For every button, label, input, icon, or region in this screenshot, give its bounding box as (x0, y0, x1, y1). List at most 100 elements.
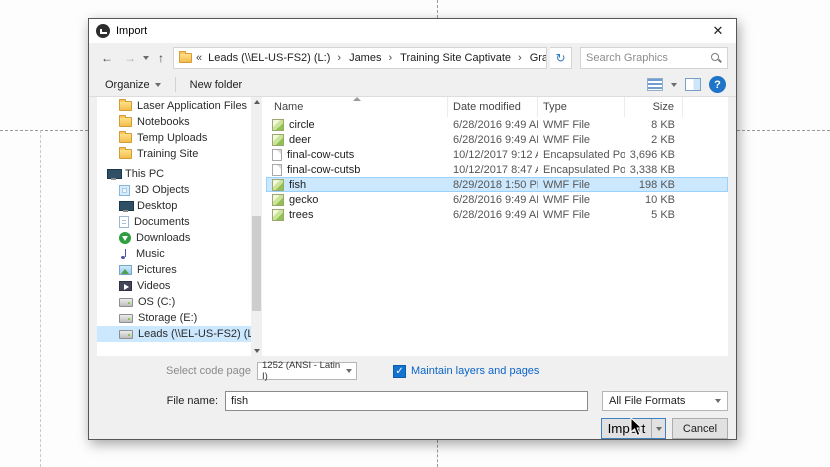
scroll-up-icon[interactable] (254, 100, 260, 104)
code-page-select[interactable]: 1252 (ANSI - Latin I) (257, 362, 357, 380)
file-type-cell: WMF File (538, 194, 625, 206)
file-row-selected[interactable]: fish 8/29/2018 1:50 PM WMF File 198 KB (266, 177, 728, 192)
breadcrumb-segment[interactable]: Leads (\\EL-US-FS2) (L:) (206, 51, 343, 65)
file-row[interactable]: circle 6/28/2016 9:49 AM WMF File 8 KB (266, 117, 728, 132)
file-row[interactable]: final-cow-cutsb 10/12/2017 8:47 AM Encap… (266, 162, 728, 177)
title-bar[interactable]: Import ✕ (89, 19, 736, 43)
file-size-cell: 10 KB (625, 194, 683, 206)
sidebar-item[interactable]: Videos (97, 278, 251, 294)
cancel-button[interactable]: Cancel (672, 418, 728, 439)
file-date-cell: 10/12/2017 9:12 AM (448, 149, 538, 161)
maintain-layers-option: ✓ Maintain layers and pages (393, 365, 539, 378)
scrollbar-thumb[interactable] (252, 216, 261, 311)
sidebar-item-current[interactable]: Leads (\\EL-US-FS2) (L:) (97, 326, 251, 342)
sidebar-item-label: Laser Application Files (137, 100, 247, 112)
column-label: Name (274, 101, 303, 113)
forward-button[interactable]: → (120, 48, 140, 68)
file-row[interactable]: trees 6/28/2016 9:49 AM WMF File 5 KB (266, 207, 728, 222)
command-toolbar: Organize New folder ? (89, 73, 736, 97)
file-date-cell: 6/28/2016 9:49 AM (448, 194, 538, 206)
file-row[interactable]: final-cow-cuts 10/12/2017 9:12 AM Encaps… (266, 147, 728, 162)
chevron-down-icon (656, 427, 662, 431)
search-input[interactable] (586, 52, 710, 64)
sidebar-item[interactable]: OS (C:) (97, 294, 251, 310)
column-header-size[interactable]: Size (625, 97, 683, 117)
sidebar-item[interactable]: Desktop (97, 198, 251, 214)
maintain-layers-checkbox[interactable]: ✓ (393, 365, 406, 378)
search-box[interactable] (580, 47, 728, 69)
maintain-layers-label[interactable]: Maintain layers and pages (411, 365, 539, 377)
file-name-cell: circle (266, 119, 448, 131)
file-name-input[interactable] (225, 391, 588, 411)
file-name-label: File name: (97, 395, 225, 407)
sidebar-item-label: Desktop (137, 200, 177, 212)
chevron-down-icon (715, 399, 721, 403)
toolbar-right-icons: ? (647, 76, 726, 93)
organize-button[interactable]: Organize (99, 77, 167, 93)
folder-icon (119, 101, 132, 111)
sidebar-item[interactable]: Storage (E:) (97, 310, 251, 326)
breadcrumb-overflow-icon[interactable]: « (196, 52, 202, 64)
breadcrumb-segment[interactable]: Training Site Captivate (398, 51, 524, 65)
sidebar-item-label: Downloads (136, 232, 190, 244)
file-row[interactable]: deer 6/28/2016 9:49 AM WMF File 2 KB (266, 132, 728, 147)
breadcrumb-segment[interactable]: Graphics (528, 51, 547, 65)
history-dropdown-icon[interactable] (143, 56, 149, 60)
sidebar-item-label: Videos (137, 280, 170, 292)
sidebar-item[interactable]: Training Site (97, 146, 251, 162)
sidebar-item[interactable]: Notebooks (97, 114, 251, 130)
view-mode-icon[interactable] (647, 78, 663, 91)
file-date-cell: 8/29/2018 1:50 PM (448, 179, 538, 191)
computer-icon (107, 169, 120, 180)
file-list: Name Date modified Type Size circle 6/28… (262, 97, 728, 356)
new-folder-button[interactable]: New folder (184, 77, 249, 93)
sidebar-item[interactable]: 3D Objects (97, 182, 251, 198)
close-icon[interactable]: ✕ (707, 23, 729, 39)
preview-pane-icon[interactable] (685, 78, 701, 91)
new-folder-label: New folder (190, 79, 243, 91)
help-icon[interactable]: ? (709, 76, 726, 93)
sidebar-item-label: Temp Uploads (137, 132, 207, 144)
import-options-button[interactable] (651, 419, 665, 438)
back-button[interactable]: ← (97, 48, 117, 68)
file-type-cell: WMF File (538, 119, 625, 131)
sidebar-item[interactable]: Pictures (97, 262, 251, 278)
scrollbar-track[interactable] (251, 107, 262, 349)
column-header-type[interactable]: Type (538, 97, 625, 117)
address-bar[interactable]: « Leads (\\EL-US-FS2) (L:) James Trainin… (173, 47, 547, 69)
view-mode-dropdown-icon[interactable] (671, 83, 677, 87)
chevron-down-icon (155, 83, 161, 87)
navigation-pane: Laser Application Files Notebooks Temp U… (97, 97, 251, 356)
guide-line (40, 130, 41, 467)
drive-icon (119, 298, 133, 307)
breadcrumb-segment[interactable]: James (347, 51, 394, 65)
guide-line (737, 130, 830, 131)
file-row[interactable]: gecko 6/28/2016 9:49 AM WMF File 10 KB (266, 192, 728, 207)
videos-icon (119, 281, 132, 291)
column-label: Size (653, 101, 674, 113)
sidebar-item-label: Music (136, 248, 165, 260)
sidebar-item[interactable]: Laser Application Files (97, 98, 251, 114)
file-name-row: File name: All File Formats (97, 390, 728, 412)
file-date-cell: 10/12/2017 8:47 AM (448, 164, 538, 176)
up-button[interactable]: ↑ (152, 48, 170, 68)
folder-icon (119, 117, 132, 127)
sidebar-item-label: Storage (E:) (138, 312, 197, 324)
refresh-button[interactable]: ↻ (550, 47, 572, 69)
file-size-cell: 2 KB (625, 134, 683, 146)
sidebar-item[interactable]: Music (97, 246, 251, 262)
sidebar-scrollbar[interactable] (251, 97, 262, 356)
column-header-name[interactable]: Name (266, 97, 448, 117)
scroll-down-icon[interactable] (254, 349, 260, 353)
column-label: Type (543, 101, 567, 113)
sidebar-item[interactable]: Temp Uploads (97, 130, 251, 146)
sidebar-item-this-pc[interactable]: This PC (97, 166, 251, 182)
column-header-date-modified[interactable]: Date modified (448, 97, 538, 117)
file-size-cell: 3,338 KB (625, 164, 683, 176)
sidebar-item[interactable]: Downloads (97, 230, 251, 246)
sidebar-item-label: Documents (134, 216, 190, 228)
sidebar-item[interactable]: Documents (97, 214, 251, 230)
import-button[interactable]: Import (602, 419, 651, 438)
file-type-cell: WMF File (538, 209, 625, 221)
file-format-select[interactable]: All File Formats (602, 391, 728, 411)
